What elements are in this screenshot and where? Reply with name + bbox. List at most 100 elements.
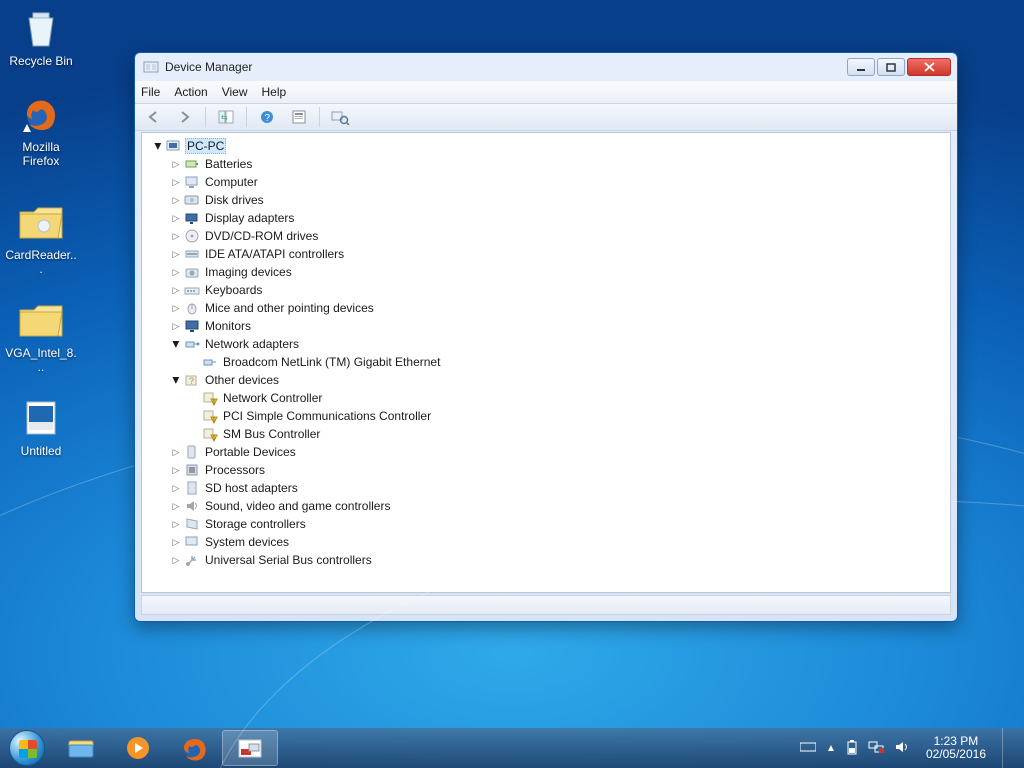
ide-icon	[184, 246, 200, 262]
toolbar-back-button[interactable]	[141, 106, 165, 128]
tree-node-storage[interactable]: ▷ Storage controllers	[146, 515, 946, 533]
network-icon	[184, 336, 200, 352]
clock-date: 02/05/2016	[926, 748, 986, 761]
minimize-button[interactable]	[847, 58, 875, 76]
tray-show-hidden-icon[interactable]: ▲	[826, 743, 836, 754]
expand-collapse-icon[interactable]: ▷	[168, 267, 184, 278]
tree-node-root[interactable]: ▶ PC-PC	[146, 137, 946, 155]
show-desktop-button[interactable]	[1002, 728, 1012, 768]
tree-leaf-sm-bus[interactable]: ! SM Bus Controller	[146, 425, 946, 443]
tray-volume-icon[interactable]	[894, 740, 910, 757]
toolbar-help-button[interactable]: ?	[255, 106, 279, 128]
tree-node-processors[interactable]: ▷ Processors	[146, 461, 946, 479]
recycle-bin-icon	[17, 4, 65, 52]
menu-file[interactable]: File	[141, 85, 160, 99]
desktop-icon-untitled[interactable]: Untitled	[4, 394, 78, 458]
expand-collapse-icon[interactable]: ▷	[168, 159, 184, 170]
tree-node-label: Portable Devices	[203, 445, 298, 459]
desktop-icon-label: CardReader...	[4, 248, 78, 276]
expand-collapse-icon[interactable]: ▷	[168, 519, 184, 530]
taskbar-firefox-button[interactable]	[166, 728, 222, 768]
expand-collapse-icon[interactable]: ▷	[168, 195, 184, 206]
taskbar-mmc-button[interactable]	[222, 730, 278, 766]
tree-node-dvd[interactable]: ▷ DVD/CD-ROM drives	[146, 227, 946, 245]
taskbar-media-player-button[interactable]	[110, 728, 166, 768]
tree-node-network-adapters[interactable]: ▶ Network adapters	[146, 335, 946, 353]
system-tray: ▲ 1:23 PM 02/05/2016	[792, 728, 1020, 768]
tree-node-display-adapters[interactable]: ▷ Display adapters	[146, 209, 946, 227]
toolbar-properties-button[interactable]	[287, 106, 311, 128]
close-button[interactable]	[907, 58, 951, 76]
tree-node-label: Computer	[203, 175, 260, 189]
desktop-icon-recycle-bin[interactable]: Recycle Bin	[4, 4, 78, 68]
expand-collapse-icon[interactable]: ▷	[168, 447, 184, 458]
tree-leaf-broadcom[interactable]: Broadcom NetLink (TM) Gigabit Ethernet	[146, 353, 946, 371]
taskbar-explorer-button[interactable]	[54, 728, 110, 768]
disk-icon	[184, 192, 200, 208]
tray-keyboard-icon[interactable]	[800, 740, 816, 757]
portable-icon	[184, 444, 200, 460]
menu-help[interactable]: Help	[262, 85, 287, 99]
tree-node-label: Network adapters	[203, 337, 301, 351]
toolbar-scan-button[interactable]	[328, 106, 352, 128]
expand-collapse-icon[interactable]: ▷	[168, 465, 184, 476]
expand-collapse-icon[interactable]: ▷	[168, 321, 184, 332]
expand-collapse-icon[interactable]: ▷	[168, 231, 184, 242]
tree-node-disk-drives[interactable]: ▷ Disk drives	[146, 191, 946, 209]
cpu-icon	[184, 462, 200, 478]
menu-action[interactable]: Action	[174, 85, 207, 99]
expand-collapse-icon[interactable]: ▷	[168, 249, 184, 260]
tray-network-icon[interactable]	[868, 740, 884, 757]
expand-collapse-icon[interactable]: ▷	[168, 177, 184, 188]
expand-collapse-icon[interactable]: ▷	[168, 213, 184, 224]
tree-node-sound[interactable]: ▷ Sound, video and game controllers	[146, 497, 946, 515]
tree-leaf-pci-simple-comm[interactable]: ! PCI Simple Communications Controller	[146, 407, 946, 425]
windows-logo-icon	[9, 730, 45, 766]
tree-node-sd-host[interactable]: ▷ SD host adapters	[146, 479, 946, 497]
expand-collapse-icon[interactable]: ▶	[171, 336, 182, 352]
tree-node-batteries[interactable]: ▷ Batteries	[146, 155, 946, 173]
expand-collapse-icon[interactable]: ▷	[168, 303, 184, 314]
toolbar-separator	[319, 107, 320, 127]
tree-node-label: Monitors	[203, 319, 253, 333]
tree-node-computer[interactable]: ▷ Computer	[146, 173, 946, 191]
tree-node-monitors[interactable]: ▷ Monitors	[146, 317, 946, 335]
tree-node-other-devices[interactable]: ▶ ? Other devices	[146, 371, 946, 389]
expand-collapse-icon[interactable]: ▷	[168, 501, 184, 512]
taskbar-clock[interactable]: 1:23 PM 02/05/2016	[920, 735, 992, 761]
tree-node-system[interactable]: ▷ System devices	[146, 533, 946, 551]
toolbar-showhide-button[interactable]: ⇆	[214, 106, 238, 128]
tree-leaf-network-controller[interactable]: ! Network Controller	[146, 389, 946, 407]
expand-collapse-icon[interactable]: ▷	[168, 285, 184, 296]
device-tree[interactable]: ▶ PC-PC ▷ Batteries ▷ Computer ▷	[142, 133, 950, 592]
taskbar: ▲ 1:23 PM 02/05/2016	[0, 728, 1024, 768]
desktop-icon-firefox[interactable]: Mozilla Firefox	[4, 90, 78, 168]
menu-view[interactable]: View	[222, 85, 248, 99]
tree-node-label: Universal Serial Bus controllers	[203, 553, 374, 567]
tree-node-portable[interactable]: ▷ Portable Devices	[146, 443, 946, 461]
app-icon	[143, 59, 159, 75]
expand-collapse-icon[interactable]: ▷	[168, 555, 184, 566]
tray-battery-icon[interactable]	[846, 739, 858, 758]
svg-text:!: !	[213, 399, 215, 406]
keyboard-icon	[184, 282, 200, 298]
maximize-button[interactable]	[877, 58, 905, 76]
tree-node-label: Storage controllers	[203, 517, 308, 531]
desktop-icon-vga-intel[interactable]: VGA_Intel_8...	[4, 296, 78, 374]
clock-time: 1:23 PM	[926, 735, 986, 748]
tree-node-keyboards[interactable]: ▷ Keyboards	[146, 281, 946, 299]
tree-node-ide[interactable]: ▷ IDE ATA/ATAPI controllers	[146, 245, 946, 263]
expand-collapse-icon[interactable]: ▷	[168, 537, 184, 548]
tree-node-label: PCI Simple Communications Controller	[221, 409, 433, 423]
expand-collapse-icon[interactable]: ▷	[168, 483, 184, 494]
tree-node-label: Batteries	[203, 157, 254, 171]
tree-node-imaging[interactable]: ▷ Imaging devices	[146, 263, 946, 281]
expand-collapse-icon[interactable]: ▶	[171, 372, 182, 388]
toolbar-forward-button[interactable]	[173, 106, 197, 128]
titlebar[interactable]: Device Manager	[135, 53, 957, 81]
start-button[interactable]	[0, 728, 54, 768]
tree-node-usb[interactable]: ▷ Universal Serial Bus controllers	[146, 551, 946, 569]
expand-collapse-icon[interactable]: ▶	[153, 138, 164, 154]
tree-node-mice[interactable]: ▷ Mice and other pointing devices	[146, 299, 946, 317]
desktop-icon-cardreader[interactable]: CardReader...	[4, 198, 78, 276]
